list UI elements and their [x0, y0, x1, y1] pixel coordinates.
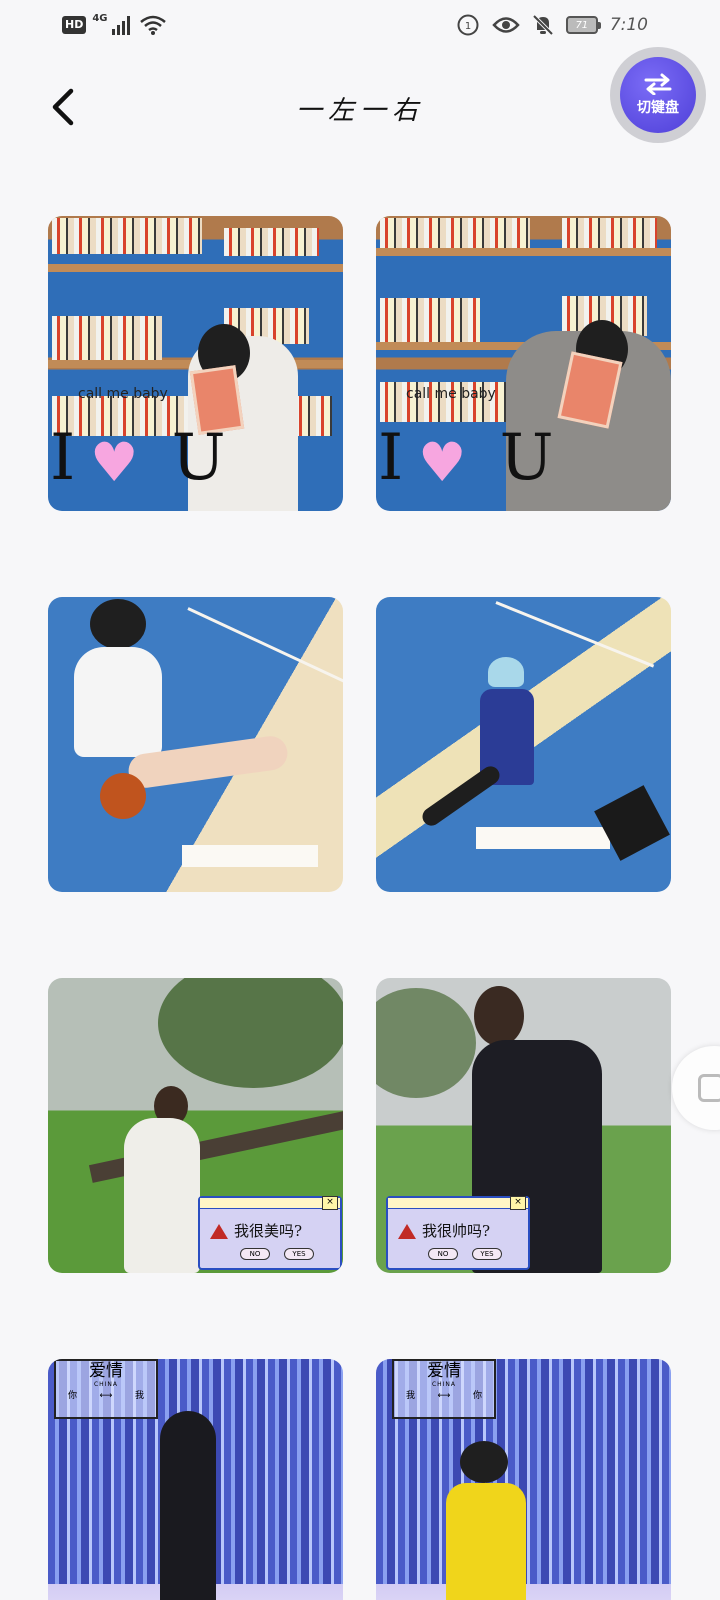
sign-right: 我	[134, 1391, 144, 1401]
tree-canopy	[158, 978, 343, 1088]
overlay-caption: call me baby	[78, 386, 168, 402]
dialog-question: 我很美吗?	[234, 1222, 303, 1240]
sign-row: 我 ⟷ 你	[394, 1389, 494, 1403]
keyboard-switch-label: 切键盘	[637, 100, 679, 116]
avatar-tile-2-right[interactable]	[376, 597, 671, 892]
bookshelf-books	[562, 218, 657, 248]
bookshelf-books	[380, 298, 480, 346]
sign-title: 爱情	[427, 1361, 461, 1381]
rotation-lock-icon: 1	[457, 14, 479, 36]
clock: 7:10	[609, 15, 648, 35]
caption-strip	[476, 827, 610, 849]
hd-badge: HD	[62, 16, 87, 34]
person-head	[474, 986, 524, 1046]
warning-icon	[398, 1224, 416, 1239]
svg-text:1: 1	[465, 21, 471, 32]
dialog-card: × 我很美吗? NO YES	[198, 1196, 342, 1270]
network-type: 4G	[92, 12, 108, 24]
heart-icon: ♥	[418, 431, 467, 494]
person-shirt	[74, 647, 162, 757]
avatar-tile-4-right[interactable]: 爱情 CHINA 我 ⟷ 你	[376, 1359, 671, 1600]
overlay-letters: I U	[378, 421, 592, 495]
court-line	[187, 607, 343, 695]
avatar-tile-1-right[interactable]: call me baby I U ♥	[376, 216, 671, 511]
battery-level: 71	[575, 19, 589, 31]
sign-left: 我	[406, 1391, 416, 1401]
close-icon: ×	[322, 1196, 338, 1210]
person-head	[90, 599, 146, 649]
floating-ball[interactable]	[672, 1046, 720, 1130]
swap-icon	[644, 73, 672, 95]
love-sign: 爱情 CHINA 你 ⟷ 我	[54, 1359, 158, 1419]
avatar-tile-1-left[interactable]: call me baby I U ♥	[48, 216, 343, 511]
signal-icon	[111, 16, 130, 35]
sign-row: 你 ⟷ 我	[56, 1389, 156, 1403]
overlay-caption: call me baby	[406, 386, 496, 402]
person-shirt	[446, 1483, 526, 1600]
sign-arrow: ⟷	[437, 1391, 451, 1401]
sign-title: 爱情	[89, 1361, 123, 1381]
close-icon: ×	[510, 1196, 526, 1210]
clipboard-icon	[698, 1074, 720, 1102]
person-cap	[488, 657, 524, 687]
bookshelf-books	[52, 218, 202, 254]
avatar-tile-3-left[interactable]: × 我很美吗? NO YES	[48, 978, 343, 1273]
mute-bell-icon	[532, 14, 554, 36]
dialog-question: 我很帅吗?	[422, 1222, 491, 1240]
tree-canopy	[376, 988, 476, 1098]
shelf-board	[376, 248, 671, 256]
keyboard-switch-inner: 切键盘	[620, 57, 696, 133]
dialog-titlebar	[388, 1198, 528, 1209]
dialog-yes: YES	[284, 1248, 314, 1260]
screen: HD 4G 1 71 7:10 一左一右 切键盘 call me baby I …	[0, 0, 720, 1600]
sign-right: 你	[472, 1391, 482, 1401]
eye-icon	[492, 17, 520, 33]
status-right: 1 71 7:10	[456, 12, 648, 38]
person-gown	[124, 1118, 200, 1273]
person-head	[460, 1441, 508, 1483]
keyboard-switch-button[interactable]: 切键盘	[610, 47, 706, 143]
person-figure	[160, 1411, 216, 1600]
basketball	[100, 773, 146, 819]
love-sign: 爱情 CHINA 我 ⟷ 你	[392, 1359, 496, 1419]
avatar-tile-2-left[interactable]	[48, 597, 343, 892]
court-line	[495, 601, 655, 668]
dialog-no: NO	[240, 1248, 270, 1260]
avatar-tile-3-right[interactable]: × 我很帅吗? NO YES	[376, 978, 671, 1273]
bookshelf-books	[224, 228, 319, 256]
sign-left: 你	[68, 1391, 78, 1401]
sign-sub: CHINA	[431, 1381, 457, 1388]
status-left: HD 4G	[62, 12, 166, 38]
sign-arrow: ⟷	[99, 1391, 113, 1401]
dialog-titlebar	[200, 1198, 340, 1209]
tote-bag	[594, 785, 670, 861]
person-legs	[418, 762, 504, 830]
sign-sub: CHINA	[93, 1381, 119, 1388]
bookshelf-books	[52, 316, 162, 360]
heart-icon: ♥	[90, 431, 139, 494]
wifi-icon	[139, 15, 166, 35]
battery-icon: 71	[565, 16, 601, 34]
status-bar: HD 4G 1 71 7:10	[0, 0, 720, 48]
warning-icon	[210, 1224, 228, 1239]
dialog-yes: YES	[472, 1248, 502, 1260]
shelf-board	[48, 264, 343, 272]
avatar-tile-4-left[interactable]: 爱情 CHINA 你 ⟷ 我	[48, 1359, 343, 1600]
caption-strip	[182, 845, 318, 867]
dialog-no: NO	[428, 1248, 458, 1260]
dialog-card: × 我很帅吗? NO YES	[386, 1196, 530, 1270]
overlay-letters: I U	[50, 421, 264, 495]
